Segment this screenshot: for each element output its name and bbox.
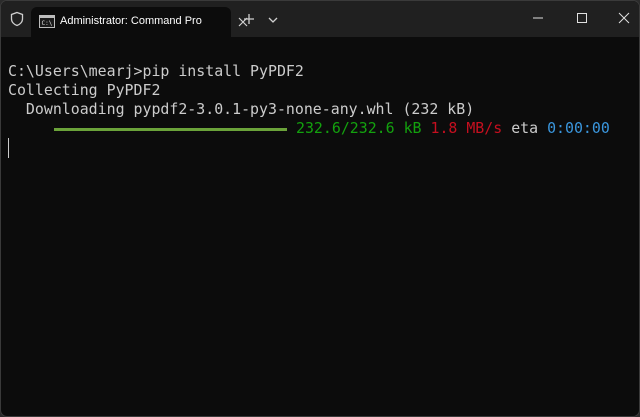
maximize-icon <box>577 13 587 23</box>
text-cursor <box>8 138 9 158</box>
shield-icon <box>9 11 25 27</box>
cmd-icon: C:\ <box>39 15 55 28</box>
terminal-output[interactable]: C:\Users\mearj>pip install PyPDF2 Collec… <box>1 37 639 416</box>
progress-fill <box>54 128 287 131</box>
download-progress-bar <box>54 128 287 131</box>
tab-command-prompt[interactable]: C:\ Administrator: Command Pro <box>31 7 248 37</box>
minimize-button[interactable] <box>523 5 553 31</box>
progress-stats: 232.6/232.6 kB 1.8 MB/s eta 0:00:00 <box>296 119 610 137</box>
collecting-line: Collecting PyPDF2 <box>8 81 161 99</box>
eta-label: eta <box>511 119 539 137</box>
maximize-button[interactable] <box>567 5 597 31</box>
tab-label: Administrator: Command Pro <box>60 15 202 27</box>
close-icon <box>618 12 630 24</box>
minimize-icon <box>533 17 543 19</box>
title-bar[interactable]: C:\ Administrator: Command Pro <box>1 1 639 37</box>
downloading-line: Downloading pypdf2-3.0.1-py3-none-any.wh… <box>8 100 475 118</box>
close-window-button[interactable] <box>609 5 639 31</box>
download-size: 232.6/232.6 kB <box>296 119 422 137</box>
eta-value: 0:00:00 <box>547 119 610 137</box>
download-speed: 1.8 MB/s <box>430 119 503 137</box>
command-line: C:\Users\mearj>pip install PyPDF2 <box>8 62 304 80</box>
terminal-window: C:\ Administrator: Command Pro C:\Users\… <box>0 0 640 417</box>
svg-text:C:\: C:\ <box>42 20 53 27</box>
chevron-down-icon[interactable] <box>266 13 280 25</box>
plus-icon[interactable] <box>241 11 257 27</box>
